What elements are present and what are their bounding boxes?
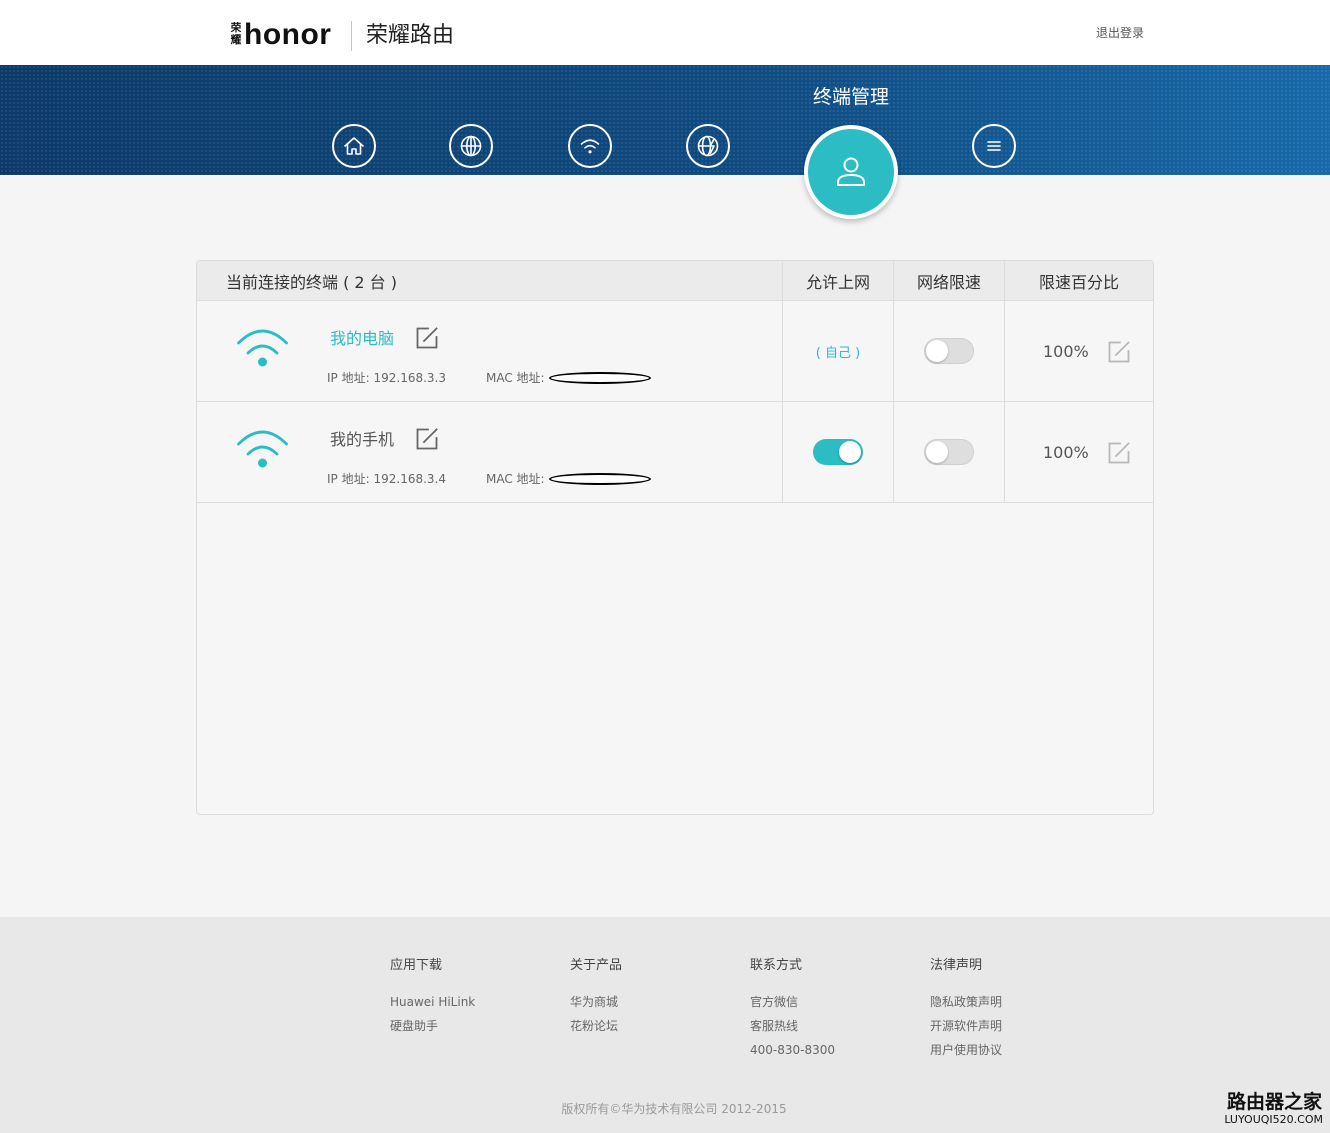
user-icon (837, 157, 865, 186)
device-info-cell: 我的电脑 IP 地址: 192.168.3.3 MAC 地址: (197, 301, 782, 401)
footer: 应用下载 Huawei HiLink 硬盘助手 关于产品 华为商城 花粉论坛 联… (0, 917, 1330, 1133)
nav-internet-button[interactable] (449, 124, 493, 168)
table-row: 我的手机 IP 地址: 192.168.3.4 MAC 地址: 100% (197, 402, 1153, 503)
nav-banner (0, 65, 1330, 175)
edit-name-icon[interactable] (416, 327, 438, 349)
logout-link[interactable]: 退出登录 (1096, 26, 1144, 40)
logo-small-text: 荣耀 (230, 22, 242, 46)
footer-link-vmall[interactable]: 华为商城 (570, 994, 622, 1010)
menu-icon (987, 141, 1001, 151)
table-title: 当前连接的终端 ( 2 台 ) (226, 272, 398, 292)
wifi-signal-icon (237, 329, 288, 367)
nav-network-boost-button[interactable] (686, 124, 730, 168)
column-header-allow-internet: 允许上网 (782, 261, 893, 300)
ip-label: IP 地址: (327, 472, 370, 486)
nav-home-button[interactable] (332, 124, 376, 168)
redacted-mac (549, 372, 651, 384)
footer-column-title: 法律声明 (930, 958, 983, 973)
speed-limit-cell (893, 301, 1004, 401)
mac-label: MAC 地址: (486, 371, 545, 385)
edit-name-icon[interactable] (416, 428, 438, 450)
limit-percent-cell: 100% (1004, 402, 1153, 502)
table-row: 我的电脑 IP 地址: 192.168.3.3 MAC 地址: ( 自己 ) 1… (197, 301, 1153, 402)
speed-limit-cell (893, 402, 1004, 502)
watermark-site: LUYOUQI520.COM (1224, 1113, 1323, 1126)
limit-percent-cell: 100% (1004, 301, 1153, 401)
footer-column-legal: 法律声明 隐私政策声明 开源软件声明 用户使用协议 (930, 958, 1002, 1066)
footer-link-forum[interactable]: 花粉论坛 (570, 1018, 622, 1034)
footer-column-app-download: 应用下载 Huawei HiLink 硬盘助手 (390, 958, 475, 1042)
active-nav-label: 终端管理 (812, 86, 889, 108)
limit-percent-value: 100% (1043, 443, 1089, 462)
watermark-name: 路由器之家 (1226, 1091, 1322, 1113)
product-name: 荣耀路由 (366, 23, 455, 48)
home-icon (344, 137, 364, 155)
footer-link-disk-helper[interactable]: 硬盘助手 (390, 1018, 475, 1034)
footer-link-hotline[interactable]: 客服热线 (750, 1018, 835, 1034)
globe-icon (460, 135, 482, 157)
column-header-limit-percent: 限速百分比 (1004, 261, 1153, 300)
device-ip: IP 地址: 192.168.3.3 (327, 371, 446, 385)
top-header: 荣耀 honor 荣耀路由 退出登录 (0, 0, 1330, 65)
footer-column-title: 联系方式 (750, 958, 803, 973)
allow-internet-cell (782, 402, 893, 502)
footer-column-about-products: 关于产品 华为商城 花粉论坛 (570, 958, 622, 1042)
wifi-signal-icon (237, 430, 288, 468)
footer-link-wechat[interactable]: 官方微信 (750, 994, 835, 1010)
footer-link-open-source[interactable]: 开源软件声明 (930, 1018, 1002, 1034)
footer-column-title: 应用下载 (390, 958, 443, 973)
device-ip: IP 地址: 192.168.3.4 (327, 472, 446, 486)
speed-limit-toggle[interactable] (924, 439, 974, 465)
nav-wifi-button[interactable] (568, 124, 612, 168)
footer-phone-number: 400-830-8300 (750, 1043, 836, 1057)
speed-limit-toggle[interactable] (924, 338, 974, 364)
ip-value: 192.168.3.3 (373, 371, 446, 385)
footer-column-contact: 联系方式 官方微信 客服热线 400-830-8300 (750, 958, 835, 1066)
allow-internet-toggle[interactable] (813, 439, 863, 465)
nav-more-button[interactable] (972, 124, 1016, 168)
wifi-icon (580, 139, 600, 154)
redacted-mac (549, 473, 651, 485)
device-name: 我的手机 (330, 430, 395, 449)
limit-percent-value: 100% (1043, 342, 1089, 361)
copyright-text: 版权所有©华为技术有限公司 2012-2015 (561, 1102, 787, 1116)
footer-link-hilink[interactable]: Huawei HiLink (390, 994, 475, 1010)
edit-percent-icon[interactable] (1108, 442, 1130, 464)
table-header: 当前连接的终端 ( 2 台 ) 允许上网 网络限速 限速百分比 (197, 261, 1153, 301)
allow-internet-cell: ( 自己 ) (782, 301, 893, 401)
ip-label: IP 地址: (327, 371, 370, 385)
device-name: 我的电脑 (330, 329, 395, 348)
self-device-label: ( 自己 ) (815, 345, 861, 361)
logo-divider (351, 21, 352, 51)
device-info-cell: 我的手机 IP 地址: 192.168.3.4 MAC 地址: (197, 402, 782, 502)
edit-percent-icon[interactable] (1108, 341, 1130, 363)
column-header-speed-limit: 网络限速 (893, 261, 1004, 300)
globe-lightning-icon (697, 135, 719, 157)
nav-devices-button-active[interactable] (804, 125, 898, 219)
logo-brand: honor (244, 18, 332, 51)
device-table: 当前连接的终端 ( 2 台 ) 允许上网 网络限速 限速百分比 我的电脑 IP … (196, 260, 1154, 815)
footer-link-user-agreement[interactable]: 用户使用协议 (930, 1042, 1002, 1058)
footer-link-privacy[interactable]: 隐私政策声明 (930, 994, 1002, 1010)
ip-value: 192.168.3.4 (373, 472, 446, 486)
footer-column-title: 关于产品 (570, 958, 623, 973)
mac-label: MAC 地址: (486, 472, 545, 486)
